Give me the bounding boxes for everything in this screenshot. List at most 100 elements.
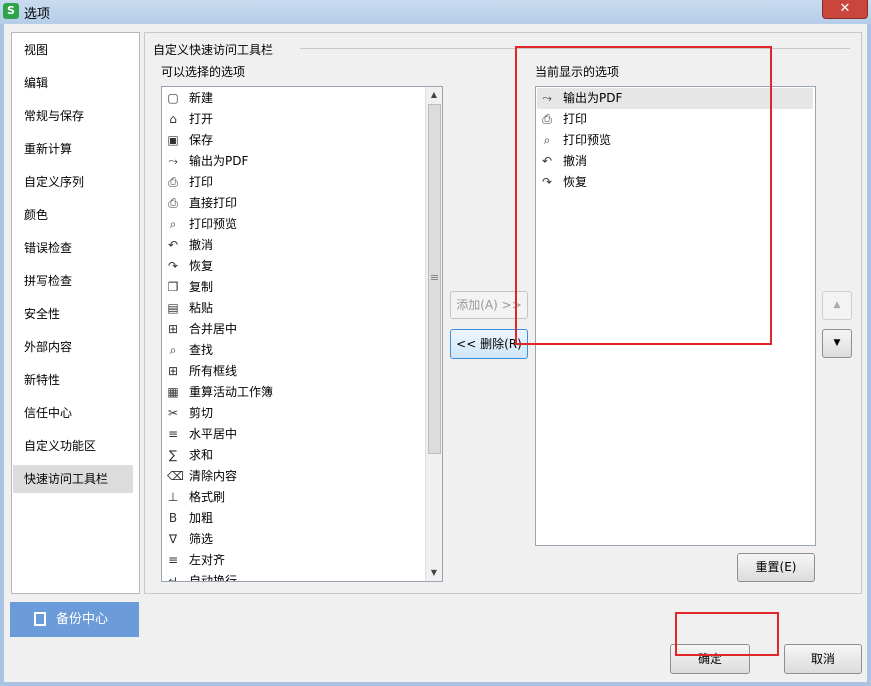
list-item[interactable]: ⊞ 所有框线	[163, 361, 423, 382]
list-item[interactable]: ⌕ 查找	[163, 340, 423, 361]
list-item-label: 加粗	[189, 511, 214, 525]
list-item-label: 直接打印	[189, 196, 238, 210]
nav-item[interactable]: 外部内容	[13, 333, 133, 361]
list-item-label: 粘贴	[189, 301, 214, 315]
list-item[interactable]: ⊥ 格式刷	[163, 487, 423, 508]
print-preview-icon: ⌕	[169, 217, 177, 231]
list-item-label: 左对齐	[189, 553, 226, 567]
list-item-label: 筛选	[189, 532, 214, 546]
list-item-label: 所有框线	[189, 364, 238, 378]
backup-center-button[interactable]: 备份中心	[10, 602, 139, 637]
close-button[interactable]: ✕	[822, 0, 868, 19]
nav-item[interactable]: 常规与保存	[13, 102, 133, 130]
list-item-label: 撤消	[189, 238, 214, 252]
list-item-label: 重算活动工作簿	[189, 385, 274, 399]
list-item[interactable]: ⌫ 清除内容	[163, 466, 423, 487]
available-commands-list[interactable]: ↵ 自动换行 ≡ 左对齐 ∇ 筛选 B 加粗 ⊥ 格式刷 ⌫ 清除内容 ∑ 求和 ≡ 水平居中 ✂ 剪切 ▦ 重算活动…	[161, 86, 443, 582]
list-item-label: 打印预览	[189, 217, 238, 231]
list-item-label: 求和	[189, 448, 214, 462]
list-item[interactable]: ⌕ 打印预览	[163, 214, 423, 235]
highlight-current-options	[515, 46, 772, 345]
nav-item[interactable]: 自定义功能区	[13, 432, 133, 460]
nav-item[interactable]: 信任中心	[13, 399, 133, 427]
list-item[interactable]: ⤳ 输出为PDF	[163, 151, 423, 172]
direct-print-icon: ⎙	[168, 196, 178, 210]
list-item-label: 新建	[189, 91, 214, 105]
list-item-label: 查找	[189, 343, 214, 357]
list-item[interactable]: ↷ 恢复	[163, 256, 423, 277]
new-doc-icon: ▢	[167, 91, 179, 105]
scroll-down-button[interactable]: ▼	[426, 565, 442, 581]
scroll-thumb[interactable]	[428, 104, 441, 454]
undo-icon: ↶	[167, 238, 179, 252]
list-item-label: 保存	[189, 133, 214, 147]
cut-icon: ✂	[167, 406, 179, 420]
group-title: 自定义快速访问工具栏	[153, 41, 278, 58]
format-painter-icon: ⊥	[167, 490, 179, 504]
list-item-label: 合并居中	[189, 322, 238, 336]
nav-item[interactable]: 快速访问工具栏	[13, 465, 133, 493]
nav-item[interactable]: 编辑	[13, 69, 133, 97]
find-icon: ⌕	[169, 343, 177, 357]
list-item[interactable]: ≡ 左对齐	[163, 550, 423, 571]
nav-item[interactable]: 视图	[13, 36, 133, 64]
list-item[interactable]: ▢ 新建	[163, 88, 423, 109]
recalc-sheet-icon: ▦	[167, 385, 179, 399]
backup-center-label: 备份中心	[56, 612, 109, 627]
paste-icon: ▤	[167, 301, 179, 315]
list-item-label: 打印	[189, 175, 214, 189]
list-item-label: 剪切	[189, 406, 214, 420]
nav-item[interactable]: 新特性	[13, 366, 133, 394]
redo-icon: ↷	[167, 259, 179, 273]
nav-item[interactable]: 错误检查	[13, 234, 133, 262]
list-item[interactable]: ∑ 求和	[163, 445, 423, 466]
move-up-button[interactable]: ▲	[822, 291, 852, 320]
list-item[interactable]: ⌂ 打开	[163, 109, 423, 130]
available-list-scrollbar[interactable]: ▲ ▼	[425, 87, 442, 581]
align-center-icon: ≡	[167, 427, 179, 441]
merge-center-icon: ⊞	[167, 322, 179, 336]
nav-item[interactable]: 安全性	[13, 300, 133, 328]
wrap-text-icon: ↵	[167, 574, 179, 582]
list-item[interactable]: ✂ 剪切	[163, 403, 423, 424]
title-bar: S 选项 ✕	[0, 0, 871, 24]
nav-item[interactable]: 颜色	[13, 201, 133, 229]
export-pdf-icon: ⤳	[168, 154, 178, 168]
list-item-label: 格式刷	[189, 490, 226, 504]
available-label: 可以选择的选项	[161, 65, 246, 79]
list-item[interactable]: ⎙ 直接打印	[163, 193, 423, 214]
bold-icon: B	[168, 511, 178, 525]
list-item[interactable]: ❐ 复制	[163, 277, 423, 298]
list-item-label: 打开	[189, 112, 214, 126]
filter-icon: ∇	[168, 532, 178, 546]
list-item[interactable]: ↶ 撤消	[163, 235, 423, 256]
list-item[interactable]: ▤ 粘贴	[163, 298, 423, 319]
nav-item[interactable]: 重新计算	[13, 135, 133, 163]
app-icon: S	[3, 3, 19, 19]
window-title: 选项	[24, 7, 51, 22]
backup-icon	[34, 612, 46, 626]
list-item[interactable]: ⎙ 打印	[163, 172, 423, 193]
list-item[interactable]: ⊞ 合并居中	[163, 319, 423, 340]
nav-item[interactable]: 拼写检查	[13, 267, 133, 295]
copy-icon: ❐	[167, 280, 179, 294]
scroll-up-button[interactable]: ▲	[426, 87, 442, 103]
nav-item[interactable]: 自定义序列	[13, 168, 133, 196]
move-down-button[interactable]: ▼	[822, 329, 852, 358]
list-item[interactable]: ▣ 保存	[163, 130, 423, 151]
list-item[interactable]: ▦ 重算活动工作簿	[163, 382, 423, 403]
list-item-label: 复制	[189, 280, 214, 294]
options-nav: 视图编辑常规与保存重新计算自定义序列颜色错误检查拼写检查安全性外部内容新特性信任…	[11, 32, 140, 594]
all-borders-icon: ⊞	[167, 364, 179, 378]
list-item-label: 恢复	[189, 259, 214, 273]
cancel-button[interactable]: 取消	[784, 644, 862, 674]
reset-button[interactable]: 重置(E)	[737, 553, 815, 582]
folder-open-icon: ⌂	[169, 112, 177, 126]
list-item[interactable]: ≡ 水平居中	[163, 424, 423, 445]
list-item[interactable]: ↵ 自动换行	[163, 571, 423, 582]
list-item-label: 自动换行	[189, 574, 238, 582]
list-item-label: 清除内容	[189, 469, 238, 483]
list-item[interactable]: B 加粗	[163, 508, 423, 529]
list-item[interactable]: ∇ 筛选	[163, 529, 423, 550]
highlight-ok-button	[675, 612, 779, 656]
